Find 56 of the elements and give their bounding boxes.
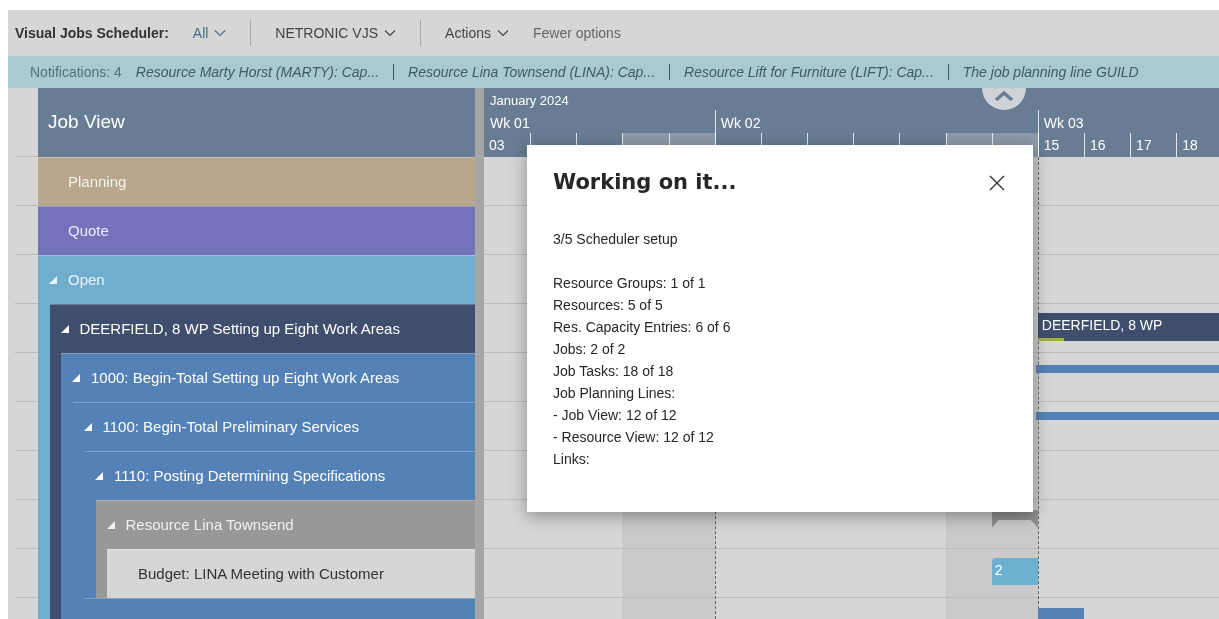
menu-dropdown[interactable]: Actions bbox=[445, 22, 509, 44]
notification-count: Notifications: 4 bbox=[30, 62, 122, 82]
row-label: Quote bbox=[68, 220, 109, 241]
progress-line: Jobs: 2 of 2 bbox=[553, 339, 627, 359]
row-label: Budget: LINA Meeting with Customer bbox=[138, 563, 384, 584]
row-label: Planning bbox=[68, 171, 127, 192]
dialog-title: Working on it... bbox=[553, 169, 737, 196]
tree-row[interactable]: Budget: LINA Meeting with Customer bbox=[107, 549, 475, 598]
panel-title: Job View bbox=[48, 110, 125, 135]
chevron-down-icon bbox=[384, 29, 397, 37]
row-label: Resource Lina Townsend bbox=[125, 514, 294, 535]
progress-line: Job Planning Lines: bbox=[553, 383, 677, 403]
progress-line: Links: bbox=[553, 449, 591, 469]
expanded-triangle-icon[interactable] bbox=[95, 472, 103, 480]
chevron-down-icon bbox=[496, 29, 509, 37]
notification-message[interactable]: Resource Lift for Furniture (LIFT): Cap... bbox=[684, 61, 934, 83]
tree-row[interactable]: Quote bbox=[38, 206, 475, 255]
menu-dropdown[interactable]: NETRONIC VJS bbox=[275, 22, 397, 44]
bar-label: DEERFIELD, 8 WP bbox=[1041, 316, 1163, 335]
close-button[interactable] bbox=[989, 173, 1007, 192]
close-icon bbox=[989, 174, 1005, 191]
progress-line: - Resource View: 12 of 12 bbox=[553, 427, 715, 447]
progress-line: Res. Capacity Entries: 6 of 6 bbox=[553, 317, 732, 337]
day-header-cell: 18 bbox=[1176, 133, 1219, 157]
progress-line: Resources: 5 of 5 bbox=[553, 295, 664, 315]
row-label: 1110: Posting Determining Specifications bbox=[114, 465, 386, 486]
chevron-down-icon bbox=[214, 29, 227, 37]
week-label: Wk 02 bbox=[720, 114, 761, 133]
notification-message[interactable]: Resource Marty Horst (MARTY): Cap... bbox=[135, 61, 380, 83]
bar-label: 2 bbox=[993, 562, 1003, 578]
expanded-triangle-icon[interactable] bbox=[83, 423, 92, 431]
toolbar-title: Visual Jobs Scheduler: bbox=[15, 23, 169, 43]
row-label: 1000: Begin-Total Setting up Eight Work Areas bbox=[91, 367, 400, 388]
expanded-triangle-icon[interactable] bbox=[60, 325, 69, 333]
tree-row[interactable]: Planning bbox=[38, 157, 475, 206]
fewer-options-link[interactable]: Fewer options bbox=[532, 22, 621, 44]
chevron-up-icon bbox=[994, 90, 1014, 102]
filter-dropdown[interactable]: All bbox=[192, 22, 227, 44]
progress-line: Job Tasks: 18 of 18 bbox=[553, 361, 675, 381]
progress-line: - Job View: 12 of 12 bbox=[553, 405, 678, 425]
day-header-cell: 16 bbox=[1083, 133, 1131, 157]
row-label: DEERFIELD, 8 WP Setting up Eight Work Areas bbox=[79, 318, 400, 339]
progress-line: Resource Groups: 1 of 1 bbox=[553, 273, 707, 293]
day-header-cell-text: 03 bbox=[488, 136, 506, 155]
week-label: Wk 03 bbox=[1043, 114, 1084, 133]
expanded-triangle-icon[interactable] bbox=[72, 374, 80, 382]
day-header-cell: 17 bbox=[1130, 133, 1177, 157]
notification-message[interactable]: The job planning line GUILD bbox=[962, 61, 1139, 83]
task-bar bbox=[1037, 608, 1084, 619]
week-label: Wk 01 bbox=[490, 114, 530, 133]
day-header-cell: 15 bbox=[1037, 133, 1084, 157]
notification-message[interactable]: Resource Lina Townsend (LINA): Cap... bbox=[408, 61, 656, 83]
row-label: 1100: Begin-Total Preliminary Services bbox=[102, 416, 359, 437]
month-label: January 2024 bbox=[490, 92, 569, 110]
dialog-step: 3/5 Scheduler setup bbox=[553, 228, 1007, 250]
row-label: Open bbox=[68, 269, 105, 290]
